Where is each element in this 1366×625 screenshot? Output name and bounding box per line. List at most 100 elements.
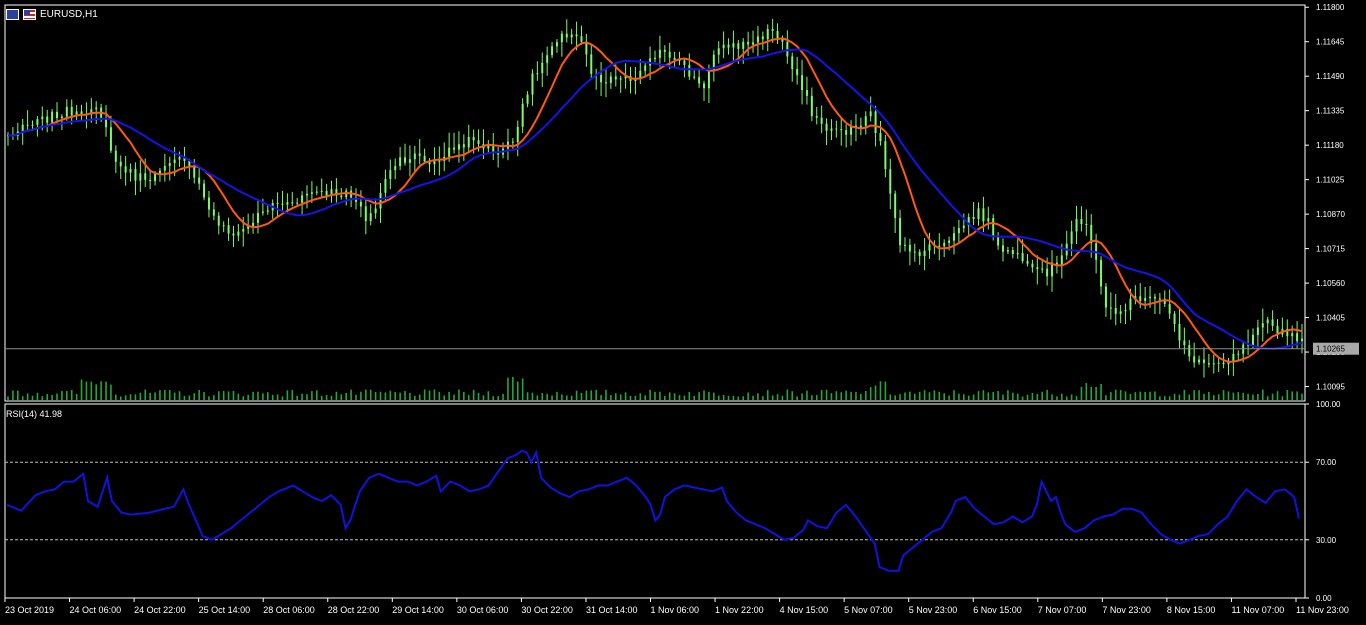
chart-window[interactable]: 1.11800 1.11645 1.11490 1.11335 1.11180 1.110…: [0, 0, 1366, 620]
candle-body: [992, 218, 995, 237]
volume-bar: [683, 395, 686, 400]
volume-bar: [340, 394, 343, 400]
candle-body: [698, 77, 701, 84]
candle-body: [1271, 319, 1274, 326]
volume-bar: [815, 395, 818, 400]
candle-body: [70, 106, 73, 116]
volume-bar: [796, 396, 798, 400]
volume-bar: [664, 396, 666, 400]
volume-bar: [208, 396, 210, 400]
volume-bar: [1149, 391, 1151, 400]
volume-bar: [1178, 394, 1181, 400]
candle-body: [477, 140, 480, 145]
candle-body: [526, 94, 529, 104]
volume-bar: [1286, 390, 1289, 400]
volume-bar: [835, 391, 838, 400]
candle-body: [1046, 268, 1049, 277]
rsi-tick-label: 0.00: [1316, 594, 1332, 603]
volume-bar: [1016, 393, 1019, 400]
time-tick-label: 1 Nov 22:00: [715, 605, 764, 615]
volume-bar: [394, 392, 397, 400]
volume-bar: [418, 394, 421, 400]
candle-body: [776, 30, 779, 39]
candle-body: [987, 218, 990, 222]
volume-bar: [634, 395, 637, 400]
volume-bar: [178, 391, 181, 400]
candle-body: [516, 126, 519, 143]
price-tick-label: 1.11645: [1316, 38, 1345, 47]
volume-bar: [369, 389, 372, 400]
volume-bar: [95, 384, 98, 400]
candle-body: [256, 212, 259, 223]
volume-bar: [119, 396, 122, 400]
time-tick-label: 28 Oct 06:00: [263, 605, 315, 615]
volume-bar: [1237, 392, 1240, 400]
volume-bar: [1163, 396, 1166, 400]
volume-bar: [536, 395, 539, 400]
volume-bar: [1173, 393, 1176, 400]
candle-body: [654, 57, 656, 59]
volume-bar: [556, 391, 558, 400]
candle-body: [1178, 324, 1181, 341]
volume-bar: [188, 395, 191, 400]
volume-bar: [31, 395, 34, 400]
candle-body: [315, 191, 318, 193]
volume-bar: [698, 392, 700, 400]
volume-bar: [1056, 396, 1058, 400]
volume-bar: [85, 381, 88, 400]
volume-bar: [884, 381, 887, 400]
volume-bar: [1296, 391, 1298, 400]
candle-body: [217, 215, 220, 226]
volume-bar: [1261, 389, 1264, 400]
candle-body: [609, 76, 612, 83]
rsi-tick-label: 30.00: [1316, 536, 1337, 545]
rsi-title: RSI(14) 41.98: [6, 409, 63, 419]
candle-body: [404, 157, 407, 163]
time-tick-label: 25 Oct 14:00: [199, 605, 251, 615]
volume-bar: [492, 396, 495, 400]
candle-body: [1158, 298, 1161, 300]
volume-bar: [66, 391, 68, 400]
price-tick-label: 1.10560: [1316, 279, 1345, 288]
candle-body: [908, 244, 911, 252]
candle-body: [565, 33, 568, 38]
volume-bar: [1002, 394, 1004, 400]
candle-body: [1188, 345, 1191, 357]
volume-bar: [384, 392, 387, 400]
volume-bar: [154, 392, 156, 400]
time-tick-label: 30 Oct 06:00: [457, 605, 509, 615]
volume-bar: [747, 392, 749, 400]
candle-body: [683, 60, 686, 65]
candle-body: [109, 127, 112, 151]
volume-bar: [1301, 393, 1303, 400]
candle-body: [95, 107, 98, 110]
price-tick-label: 1.11800: [1316, 3, 1345, 12]
candle-body: [536, 73, 539, 75]
candle-body: [541, 62, 544, 74]
volume-bar: [458, 389, 460, 400]
volume-bar: [1012, 392, 1014, 400]
volume-bar: [110, 384, 112, 400]
volume-bar: [428, 390, 431, 400]
candle-body: [644, 65, 647, 71]
candle-body: [301, 195, 304, 203]
volume-bar: [649, 389, 651, 400]
volume-bar: [580, 392, 583, 400]
candle-body: [1070, 231, 1073, 244]
volume-bar: [1114, 389, 1117, 400]
volume-bar: [90, 381, 93, 400]
eu-flag-icon: [6, 9, 19, 20]
volume-bar: [958, 393, 960, 400]
volume-bar: [610, 395, 612, 400]
volume-bar: [1168, 396, 1171, 400]
time-tick-label: 11 Nov 07:00: [1231, 605, 1284, 615]
volume-bar: [482, 395, 485, 400]
candle-body: [560, 33, 563, 43]
volume-bar: [374, 391, 377, 400]
rsi-tick-label: 70.00: [1316, 458, 1337, 467]
candle-body: [673, 57, 676, 60]
volume-bar: [1242, 392, 1244, 400]
volume-bar: [830, 393, 833, 400]
volume-bar: [36, 392, 39, 400]
price-chart-svg[interactable]: 1.11800 1.11645 1.11490 1.11335 1.11180 1.110…: [0, 0, 1366, 620]
